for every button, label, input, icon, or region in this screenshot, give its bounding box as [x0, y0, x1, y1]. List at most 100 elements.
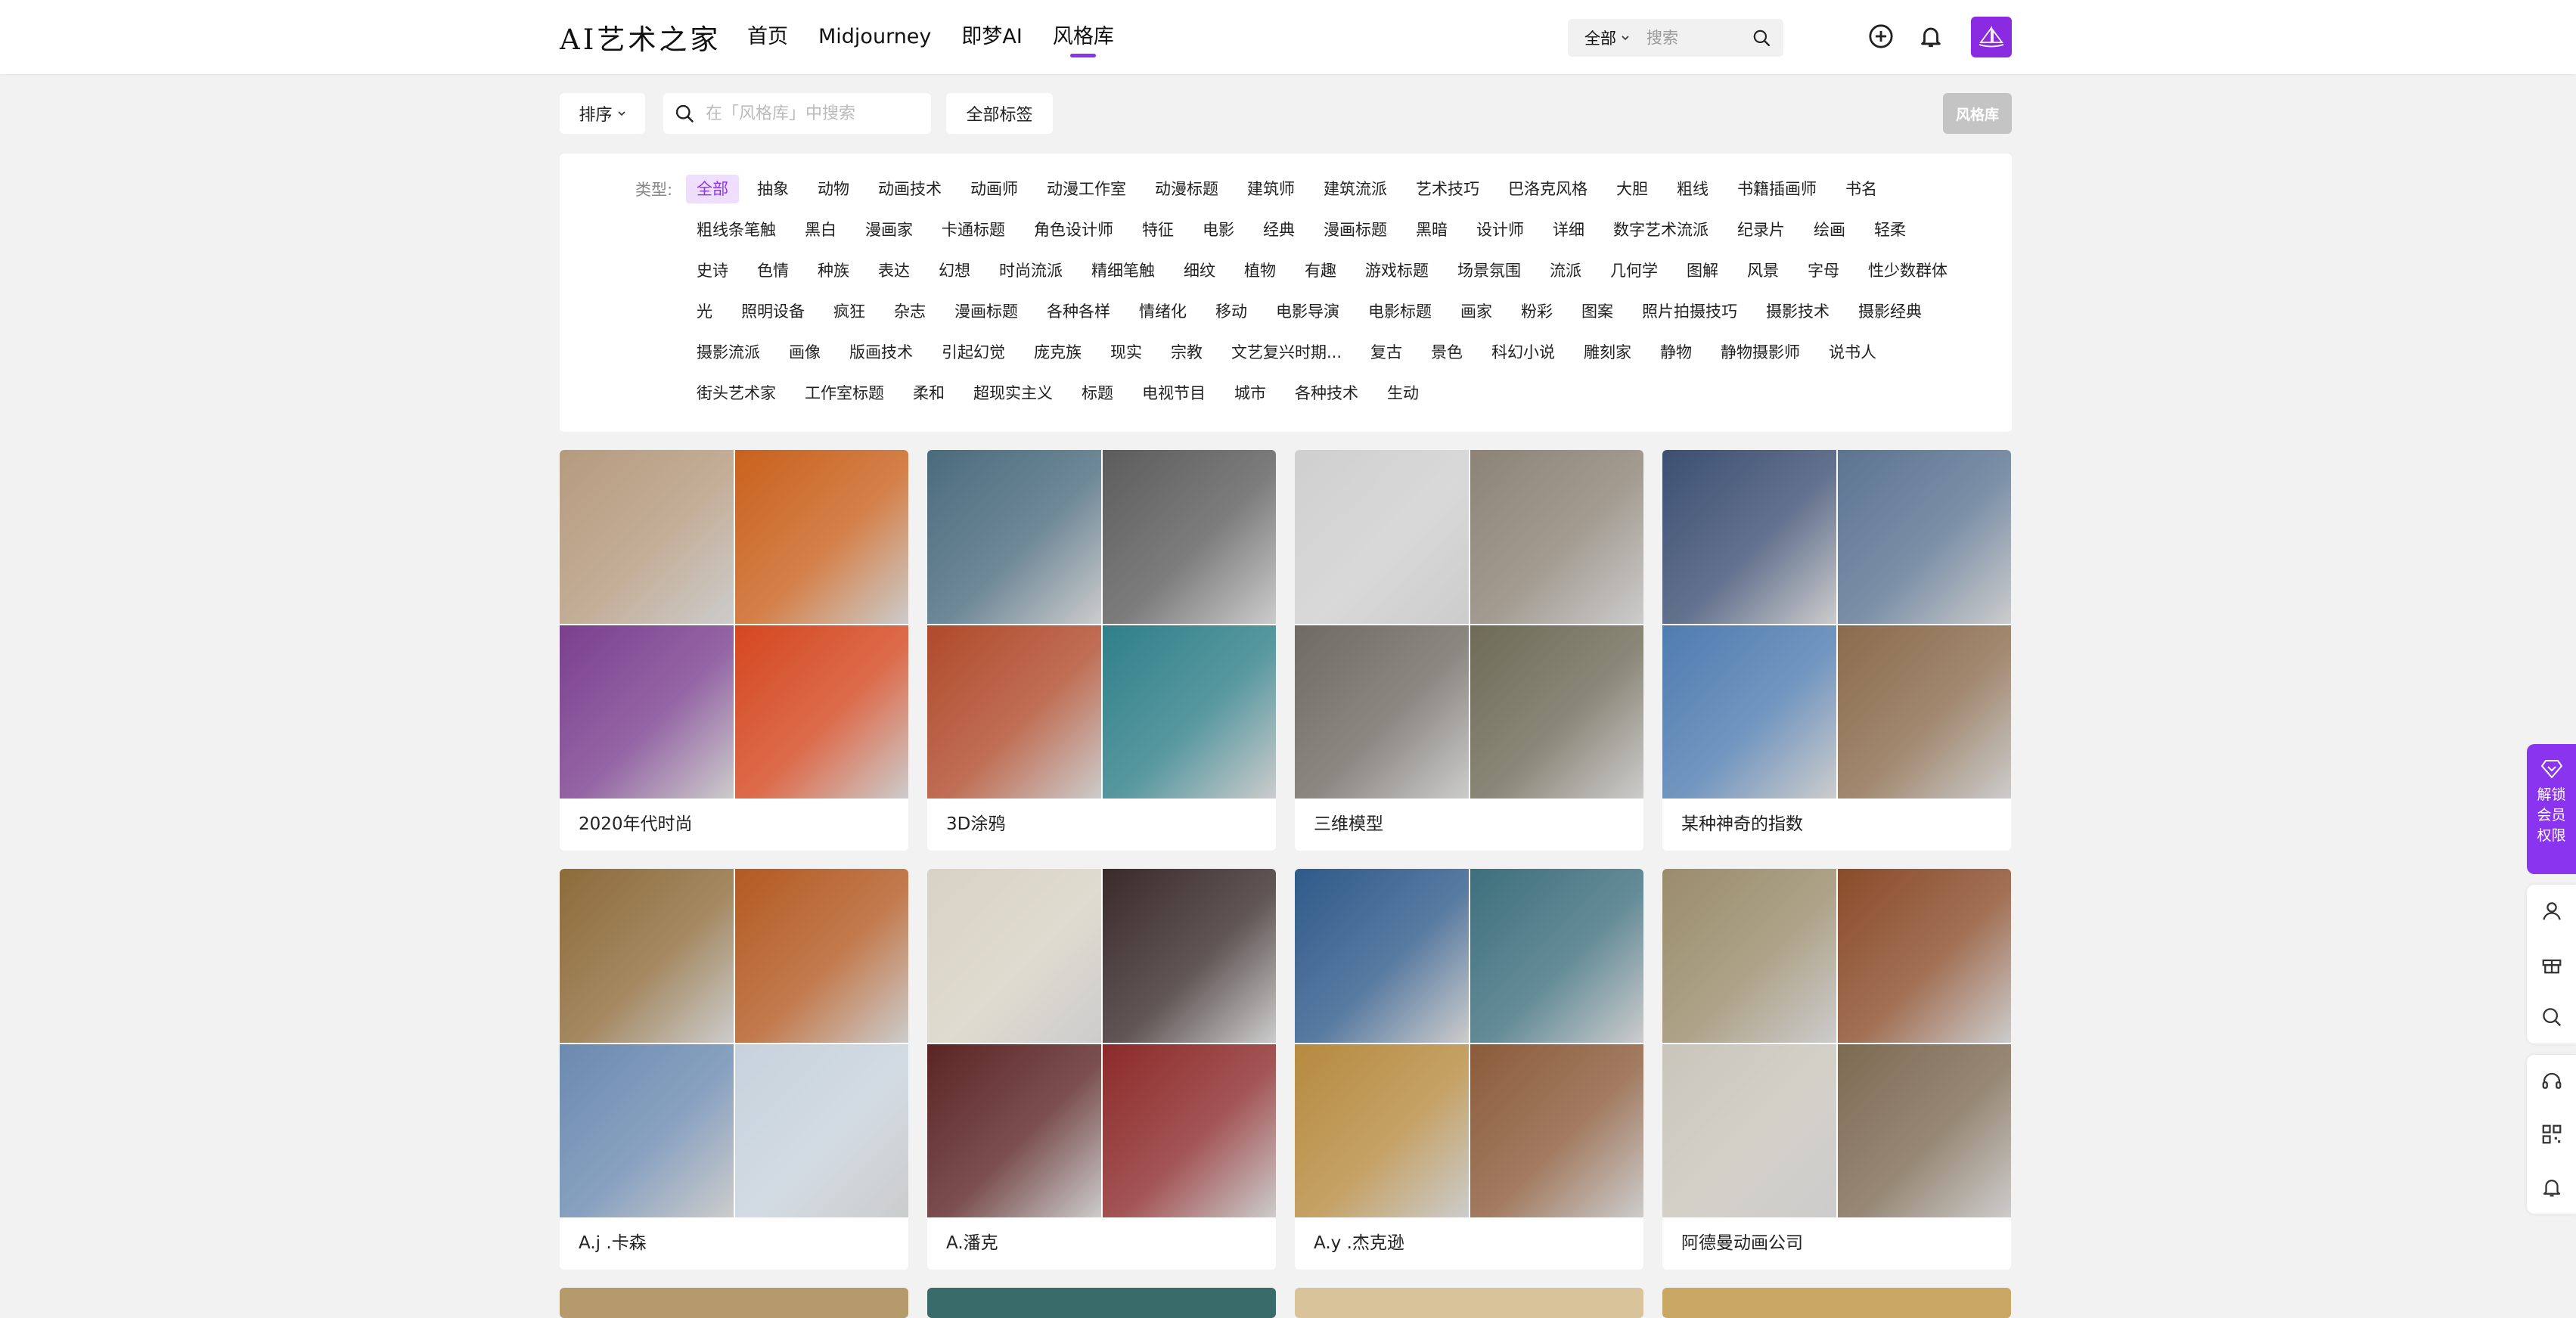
tag-item[interactable]: 工作室标题 — [793, 379, 896, 420]
tag-item[interactable]: 流派 — [1538, 256, 1594, 297]
tag-item[interactable]: 静物摄影师 — [1709, 338, 1812, 379]
tag-item[interactable]: 轻柔 — [1862, 216, 1918, 256]
tag-item[interactable]: 游戏标题 — [1353, 256, 1441, 297]
tag-item[interactable]: 黑暗 — [1404, 216, 1460, 256]
tag-item[interactable]: 庞克族 — [1022, 338, 1094, 379]
tag-item[interactable]: 书名 — [1833, 175, 1889, 216]
tag-item[interactable]: 漫画标题 — [942, 297, 1030, 338]
style-card[interactable]: A.y .杰克逊 — [1295, 869, 1643, 1270]
tag-item[interactable]: 角色设计师 — [1022, 216, 1125, 256]
tag-item[interactable]: 卡通标题 — [930, 216, 1017, 256]
tag-item[interactable]: 建筑流派 — [1311, 175, 1399, 216]
tag-item[interactable]: 字母 — [1795, 256, 1851, 297]
tag-item[interactable]: 摄影经典 — [1846, 297, 1934, 338]
style-card[interactable]: 阿德曼动画公司 — [1662, 869, 2011, 1270]
style-search-input[interactable] — [704, 103, 916, 124]
style-library-badge[interactable]: 风格库 — [1943, 93, 2012, 134]
tag-item[interactable]: 移动 — [1203, 297, 1259, 338]
tag-item[interactable]: 详细 — [1541, 216, 1597, 256]
tag-item[interactable]: 电影 — [1190, 216, 1246, 256]
headset-icon[interactable] — [2540, 1070, 2563, 1093]
tag-item[interactable]: 种族 — [805, 256, 861, 297]
sort-button[interactable]: 排序 — [560, 93, 645, 134]
tag-item[interactable]: 巴洛克风格 — [1496, 175, 1600, 216]
tag-item[interactable]: 疯狂 — [821, 297, 877, 338]
tag-item[interactable]: 植物 — [1232, 256, 1288, 297]
tag-item[interactable]: 超现实主义 — [961, 379, 1065, 420]
tag-item[interactable]: 图案 — [1569, 297, 1625, 338]
tag-item[interactable]: 纪录片 — [1725, 216, 1797, 256]
tag-item[interactable]: 动漫标题 — [1143, 175, 1231, 216]
tag-item[interactable]: 标题 — [1069, 379, 1125, 420]
style-card[interactable]: 某种神奇的指数 — [1662, 450, 2011, 851]
tag-item[interactable]: 柔和 — [901, 379, 957, 420]
tag-item[interactable]: 漫画家 — [853, 216, 925, 256]
tag-item[interactable]: 有趣 — [1293, 256, 1349, 297]
tag-item[interactable]: 城市 — [1222, 379, 1278, 420]
tag-item[interactable]: 粗线条笔触 — [684, 216, 788, 256]
tag-item[interactable]: 动物 — [805, 175, 861, 216]
tag-item[interactable]: 史诗 — [684, 256, 740, 297]
bell-icon[interactable] — [1918, 23, 1944, 49]
tag-item[interactable]: 建筑师 — [1235, 175, 1307, 216]
tag-item[interactable]: 数字艺术流派 — [1601, 216, 1721, 256]
nav-midjourney[interactable]: Midjourney — [818, 0, 931, 74]
site-logo[interactable]: AI艺术之家 — [560, 17, 721, 57]
tag-item[interactable]: 绘画 — [1802, 216, 1858, 256]
qrcode-icon[interactable] — [2540, 1123, 2563, 1146]
tag-item[interactable]: 动画技术 — [866, 175, 954, 216]
style-card[interactable]: 三维模型 — [1295, 450, 1643, 851]
tag-item[interactable]: 现实 — [1098, 338, 1154, 379]
tag-item[interactable]: 设计师 — [1464, 216, 1536, 256]
nav-style-library[interactable]: 风格库 — [1053, 0, 1114, 74]
add-circle-icon[interactable] — [1868, 23, 1894, 49]
tag-item[interactable]: 漫画标题 — [1311, 216, 1399, 256]
tag-item[interactable]: 照片拍摄技巧 — [1630, 297, 1749, 338]
style-card[interactable] — [560, 1288, 908, 1318]
tag-item[interactable]: 性少数群体 — [1856, 256, 1960, 297]
tag-item[interactable]: 黑白 — [793, 216, 849, 256]
tag-item[interactable]: 粗线 — [1665, 175, 1721, 216]
tag-item[interactable]: 各种技术 — [1283, 379, 1370, 420]
style-card[interactable]: 3D涂鸦 — [927, 450, 1276, 851]
style-card[interactable]: A.j .卡森 — [560, 869, 908, 1270]
tag-item[interactable]: 照明设备 — [729, 297, 817, 338]
tag-item[interactable]: 幻想 — [926, 256, 982, 297]
tag-item[interactable]: 摄影技术 — [1754, 297, 1842, 338]
all-tags-button[interactable]: 全部标签 — [946, 93, 1053, 134]
tag-item[interactable]: 景色 — [1419, 338, 1475, 379]
style-card[interactable]: A.潘克 — [927, 869, 1276, 1270]
tag-item[interactable]: 复古 — [1358, 338, 1414, 379]
search-icon[interactable] — [1752, 28, 1771, 48]
style-card[interactable] — [927, 1288, 1276, 1318]
tag-item[interactable]: 时尚流派 — [987, 256, 1075, 297]
tag-item[interactable]: 雕刻家 — [1572, 338, 1643, 379]
tag-item[interactable]: 科幻小说 — [1479, 338, 1567, 379]
gift-icon[interactable] — [2540, 953, 2563, 975]
nav-jimeng[interactable]: 即梦AI — [961, 0, 1022, 74]
tag-item[interactable]: 几何学 — [1598, 256, 1670, 297]
search-scope-dropdown[interactable]: 全部 — [1584, 26, 1630, 49]
search-icon[interactable] — [2540, 1006, 2563, 1028]
tag-item[interactable]: 场景氛围 — [1445, 256, 1533, 297]
tag-item[interactable]: 电视节目 — [1130, 379, 1218, 420]
tag-item[interactable]: 动画师 — [958, 175, 1030, 216]
tag-item[interactable]: 风景 — [1735, 256, 1791, 297]
tag-item[interactable]: 精细笔触 — [1079, 256, 1167, 297]
tag-item[interactable]: 文艺复兴时期... — [1219, 338, 1354, 379]
nav-home[interactable]: 首页 — [747, 0, 788, 74]
tag-item[interactable]: 电影标题 — [1356, 297, 1444, 338]
tag-item[interactable]: 说书人 — [1817, 338, 1889, 379]
tag-item[interactable]: 画家 — [1448, 297, 1504, 338]
user-icon[interactable] — [2540, 900, 2563, 923]
style-card[interactable] — [1662, 1288, 2011, 1318]
tag-item[interactable]: 书籍插画师 — [1725, 175, 1829, 216]
tag-item[interactable]: 光 — [684, 297, 725, 338]
tag-item[interactable]: 引起幻觉 — [930, 338, 1017, 379]
search-input[interactable] — [1645, 28, 1758, 48]
tag-item[interactable]: 静物 — [1648, 338, 1704, 379]
tag-item[interactable]: 情绪化 — [1127, 297, 1199, 338]
tag-item[interactable]: 杂志 — [882, 297, 938, 338]
tag-item[interactable]: 版画技术 — [837, 338, 925, 379]
unlock-vip-button[interactable]: 解锁会员权限 — [2527, 744, 2576, 874]
